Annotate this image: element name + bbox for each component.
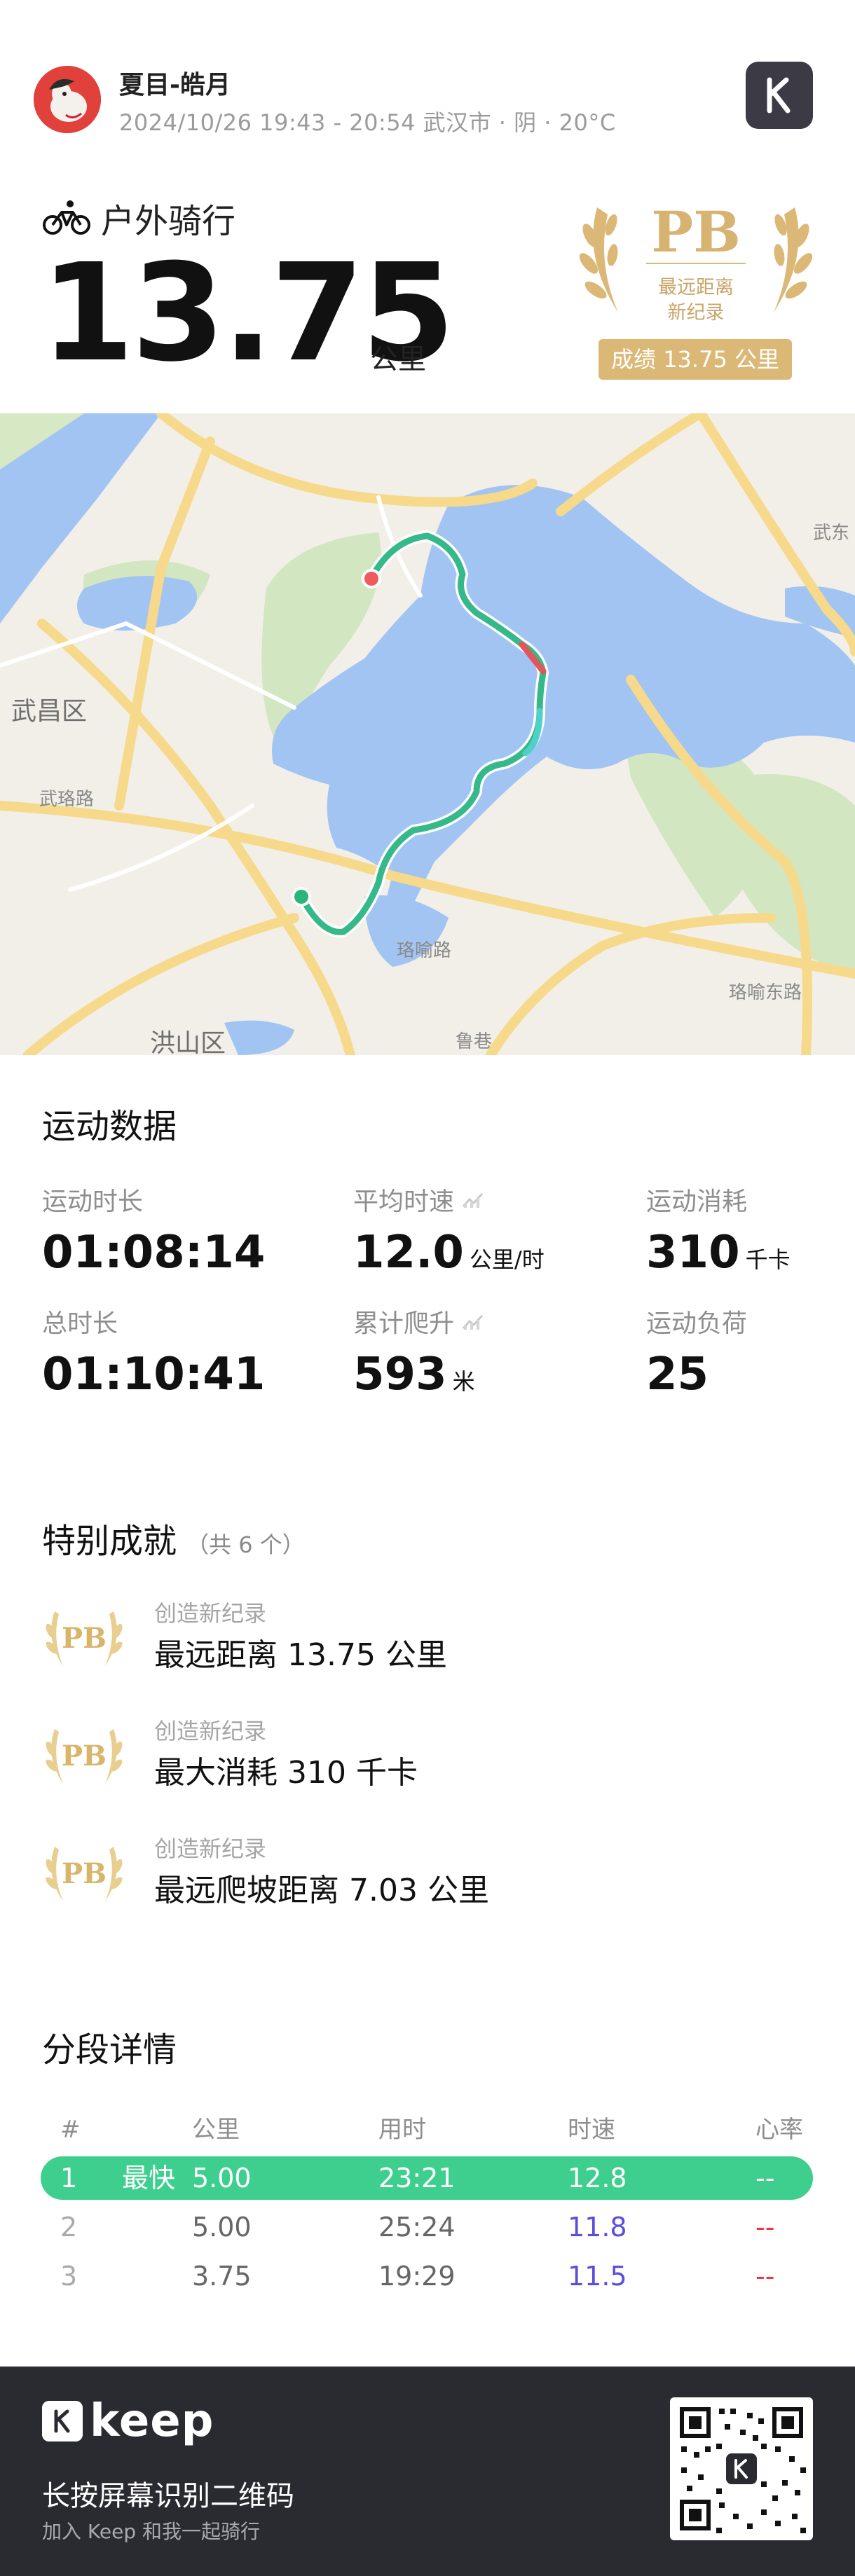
map-label-luoyu: 珞喻路 [397, 940, 452, 961]
header-num: # [60, 2116, 81, 2144]
stat-training-load: 运动负荷 25 [646, 1303, 747, 1397]
stat-value: 310 千卡 [646, 1227, 791, 1279]
stat-label: 运动负荷 [646, 1309, 748, 1338]
map-label-luxiang: 鲁巷 [456, 1031, 493, 1052]
trend-icon[interactable] [461, 1190, 485, 1209]
pb-record-type: 最远距离 [658, 277, 734, 298]
svg-text:PB: PB [62, 1622, 107, 1655]
pb-medal-icon: PB [46, 1847, 123, 1901]
stat-calories: 运动消耗 310 千卡 [646, 1181, 791, 1275]
achievement-type: 创造新纪录 [154, 1600, 267, 1627]
activity-header: 夏目-皓月 2024/10/26 19:43 - 20:54 武汉市 · 阴 ·… [0, 0, 855, 168]
achievement-title: 最远距离 13.75 公里 [154, 1637, 447, 1673]
header-speed: 时速 [568, 2116, 615, 2144]
username: 夏目-皓月 [119, 71, 231, 99]
stat-elevation-gain: 累计爬升 593 米 [353, 1303, 485, 1397]
pb-label: PB [651, 199, 741, 265]
header-time: 用时 [378, 2116, 426, 2144]
stat-duration: 运动时长 01:08:14 [42, 1181, 265, 1275]
map-label-hongshan: 洪山区 [150, 1029, 226, 1055]
table-row: 2 5.00 25:24 11.8 -- [60, 2212, 775, 2243]
achievement-type: 创造新纪录 [154, 1835, 267, 1862]
trend-icon[interactable] [461, 1311, 485, 1331]
achievement-item[interactable]: PB 创造新纪录 最远爬坡距离 7.03 公里 [42, 1831, 813, 1915]
activity-info: 2024/10/26 19:43 - 20:54 武汉市 · 阴 · 20°C [119, 109, 616, 136]
stat-label: 累计爬升 [353, 1309, 455, 1338]
achievements-title: 特别成就 （共 6 个） [42, 1522, 305, 1561]
table-row: 3 3.75 19:29 11.5 -- [60, 2261, 775, 2292]
header-km: 公里 [192, 2116, 240, 2144]
pb-result: 成绩 13.75 公里 [598, 339, 792, 380]
stat-value: 12.0 公里/时 [353, 1227, 545, 1279]
achievement-item[interactable]: PB 创造新纪录 最大消耗 310 千卡 [42, 1714, 813, 1798]
map-label-wuchang: 武昌区 [11, 697, 88, 726]
pb-medal-icon: PB [46, 1611, 123, 1666]
svg-text:PB: PB [62, 1857, 107, 1890]
share-footer: keep 长按屏幕识别二维码 加入 Keep 和我一起骑行 [0, 2367, 855, 2576]
fastest-tag: 最快 [122, 2163, 176, 2193]
pb-medal-icon: PB [46, 1729, 123, 1784]
svg-text:PB: PB [62, 1740, 107, 1772]
stat-value: 01:10:41 [42, 1349, 266, 1400]
map-label-wudong: 武东 [813, 523, 850, 544]
qr-code[interactable] [670, 2397, 813, 2540]
bicycle-icon [43, 200, 90, 235]
distance-unit: 公里 [370, 343, 426, 376]
footer-invite: 加入 Keep 和我一起骑行 [42, 2520, 260, 2543]
brand-name: keep [90, 2395, 214, 2447]
keep-logo-icon [42, 2401, 83, 2441]
stat-avg-speed: 平均时速 12.0 公里/时 [353, 1181, 545, 1275]
achievement-item[interactable]: PB 创造新纪录 最远距离 13.75 公里 [42, 1596, 813, 1680]
stat-label: 运动消耗 [646, 1187, 748, 1216]
achievements-count: （共 6 个） [186, 1531, 305, 1558]
stat-total-duration: 总时长 01:10:41 [42, 1303, 265, 1397]
pb-new-record: 新纪录 [667, 302, 725, 324]
achievement-title: 最远爬坡距离 7.03 公里 [154, 1873, 489, 1908]
table-header: # 公里 用时 时速 心率 [41, 2109, 813, 2151]
footer-cta: 长按屏幕识别二维码 [42, 2480, 294, 2512]
segments-table: # 公里 用时 时速 心率 1 最快 5.00 23:21 12.8 -- 2 … [41, 2109, 813, 2298]
map-label-wuluo: 武珞路 [39, 789, 95, 810]
achievement-type: 创造新纪录 [154, 1718, 267, 1744]
avatar[interactable] [34, 66, 101, 133]
pb-badge[interactable]: PB 最远距离 新纪录 成绩 13.75 公里 [569, 193, 823, 383]
map-label-luoyu-east: 珞喻东路 [729, 982, 802, 1003]
stat-label: 运动时长 [42, 1187, 144, 1216]
stat-label: 总时长 [42, 1309, 118, 1338]
achievement-title: 最大消耗 310 千卡 [154, 1755, 418, 1791]
stat-value: 01:08:14 [42, 1227, 266, 1279]
route-map[interactable]: 武昌区 洪山区 武东 武珞路 珞喻路 珞喻东路 鲁巷 [0, 413, 855, 1055]
stat-value: 593 米 [353, 1349, 475, 1400]
segments-title: 分段详情 [42, 2030, 177, 2069]
stat-value: 25 [646, 1349, 709, 1400]
stat-label: 平均时速 [353, 1187, 455, 1216]
keep-brand: keep [42, 2395, 214, 2447]
keep-logo-icon [746, 62, 813, 129]
table-row: 1 最快 5.00 23:21 12.8 -- [41, 2156, 813, 2200]
header-hr: 心率 [755, 2116, 803, 2144]
stats-title: 运动数据 [42, 1107, 177, 1146]
